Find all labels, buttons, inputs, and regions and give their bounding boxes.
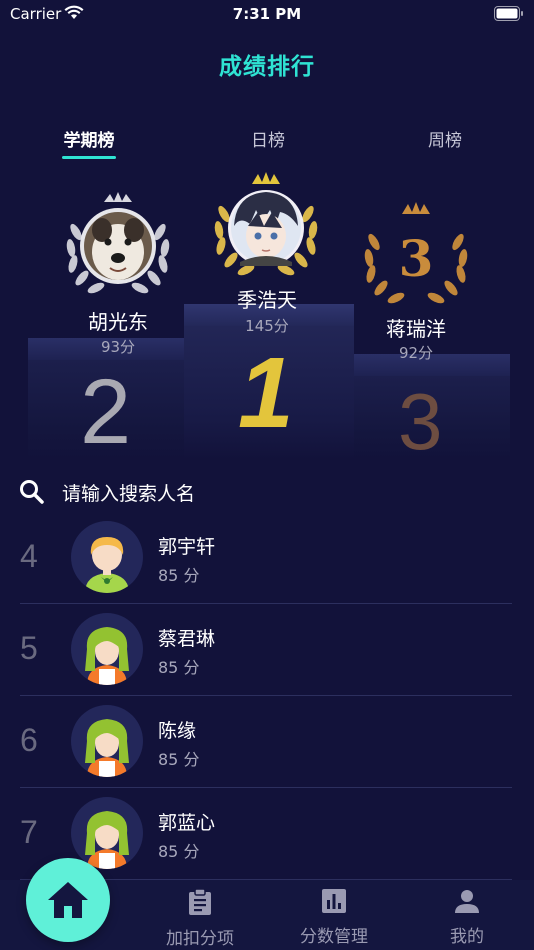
- girl-avatar-icon: [85, 627, 129, 685]
- girl-avatar-icon: [85, 719, 129, 777]
- boy-avatar-icon: [85, 537, 129, 593]
- girl-avatar-icon: [85, 811, 129, 869]
- podium-rank-first: 1: [238, 337, 294, 449]
- tab-daily[interactable]: 日榜: [228, 126, 308, 151]
- avatar-second[interactable]: [62, 192, 174, 300]
- avatar: [71, 705, 143, 777]
- avatar: [71, 521, 143, 593]
- list-rank: 6: [20, 722, 38, 758]
- list-item[interactable]: 4 郭宇轩 85 分: [0, 512, 534, 604]
- avatar-third[interactable]: 3: [360, 198, 472, 308]
- battery-icon: [494, 6, 523, 21]
- tab-bar-item-mine[interactable]: 我的: [407, 888, 527, 947]
- home-button[interactable]: [26, 858, 110, 942]
- first-place-name: 季浩天: [237, 288, 297, 312]
- bar-chart-icon: [322, 889, 346, 913]
- gold-laurel-icon: [214, 172, 318, 276]
- list-item-score: 85 分: [158, 750, 200, 769]
- tab-bar-label: 我的: [450, 927, 484, 947]
- avatar: [71, 613, 143, 685]
- list-item[interactable]: 6 陈缘 85 分: [0, 696, 534, 788]
- first-place-score: 145分: [245, 317, 289, 335]
- list-item-name: 陈缘: [158, 720, 197, 742]
- tab-bar-label: 加扣分项: [166, 929, 234, 949]
- ranking-tabs: 学期榜 日榜 周榜: [0, 126, 534, 162]
- second-place-name: 胡光东: [88, 310, 148, 334]
- search-input[interactable]: [62, 478, 482, 510]
- page-title: 成绩排行: [219, 54, 315, 80]
- avatar: [71, 797, 143, 869]
- status-bar: Carrier 7:31 PM: [0, 0, 534, 30]
- avatar-first[interactable]: [210, 170, 322, 282]
- tab-bar-item-points[interactable]: 加扣分项: [140, 888, 260, 949]
- ranking-list: 4 郭宇轩 85 分 5 蔡君琳 85 分 6 陈缘 85 分 7 郭蓝心 85…: [0, 512, 534, 880]
- tab-weekly[interactable]: 周榜: [405, 126, 485, 151]
- list-item-name: 郭蓝心: [158, 812, 216, 834]
- podium: 2 1 3 3 胡光东 93分 季浩天 145分 蒋瑞洋 92分: [0, 170, 534, 466]
- list-rank: 4: [20, 538, 38, 574]
- search-bar: [0, 474, 534, 514]
- list-rank: 5: [20, 630, 38, 666]
- status-time: 7:31 PM: [232, 5, 302, 23]
- third-place-score: 92分: [398, 344, 434, 362]
- podium-rank-second: 2: [80, 361, 132, 463]
- clipboard-icon: [189, 888, 211, 915]
- tab-semester[interactable]: 学期榜: [49, 126, 129, 151]
- home-icon: [48, 882, 88, 918]
- bronze-laurel-icon: 3: [364, 202, 468, 304]
- badge-number: 3: [399, 229, 434, 288]
- list-item[interactable]: 5 蔡君琳 85 分: [0, 604, 534, 696]
- podium-rank-third: 3: [398, 377, 443, 466]
- list-item-name: 蔡君琳: [158, 628, 216, 650]
- tab-bar-label: 分数管理: [300, 927, 368, 947]
- silver-laurel-icon: [66, 192, 170, 294]
- list-item-name: 郭宇轩: [158, 536, 216, 558]
- list-rank: 7: [20, 814, 38, 850]
- third-place-name: 蒋瑞洋: [386, 317, 446, 341]
- second-place-score: 93分: [100, 338, 136, 356]
- list-item-score: 85 分: [158, 658, 200, 677]
- list-item-score: 85 分: [158, 842, 200, 861]
- person-icon: [455, 890, 479, 913]
- active-tab-indicator: [62, 156, 116, 159]
- tab-bar-item-score-management[interactable]: 分数管理: [274, 888, 394, 947]
- list-item-score: 85 分: [158, 566, 200, 585]
- search-icon[interactable]: [18, 478, 46, 506]
